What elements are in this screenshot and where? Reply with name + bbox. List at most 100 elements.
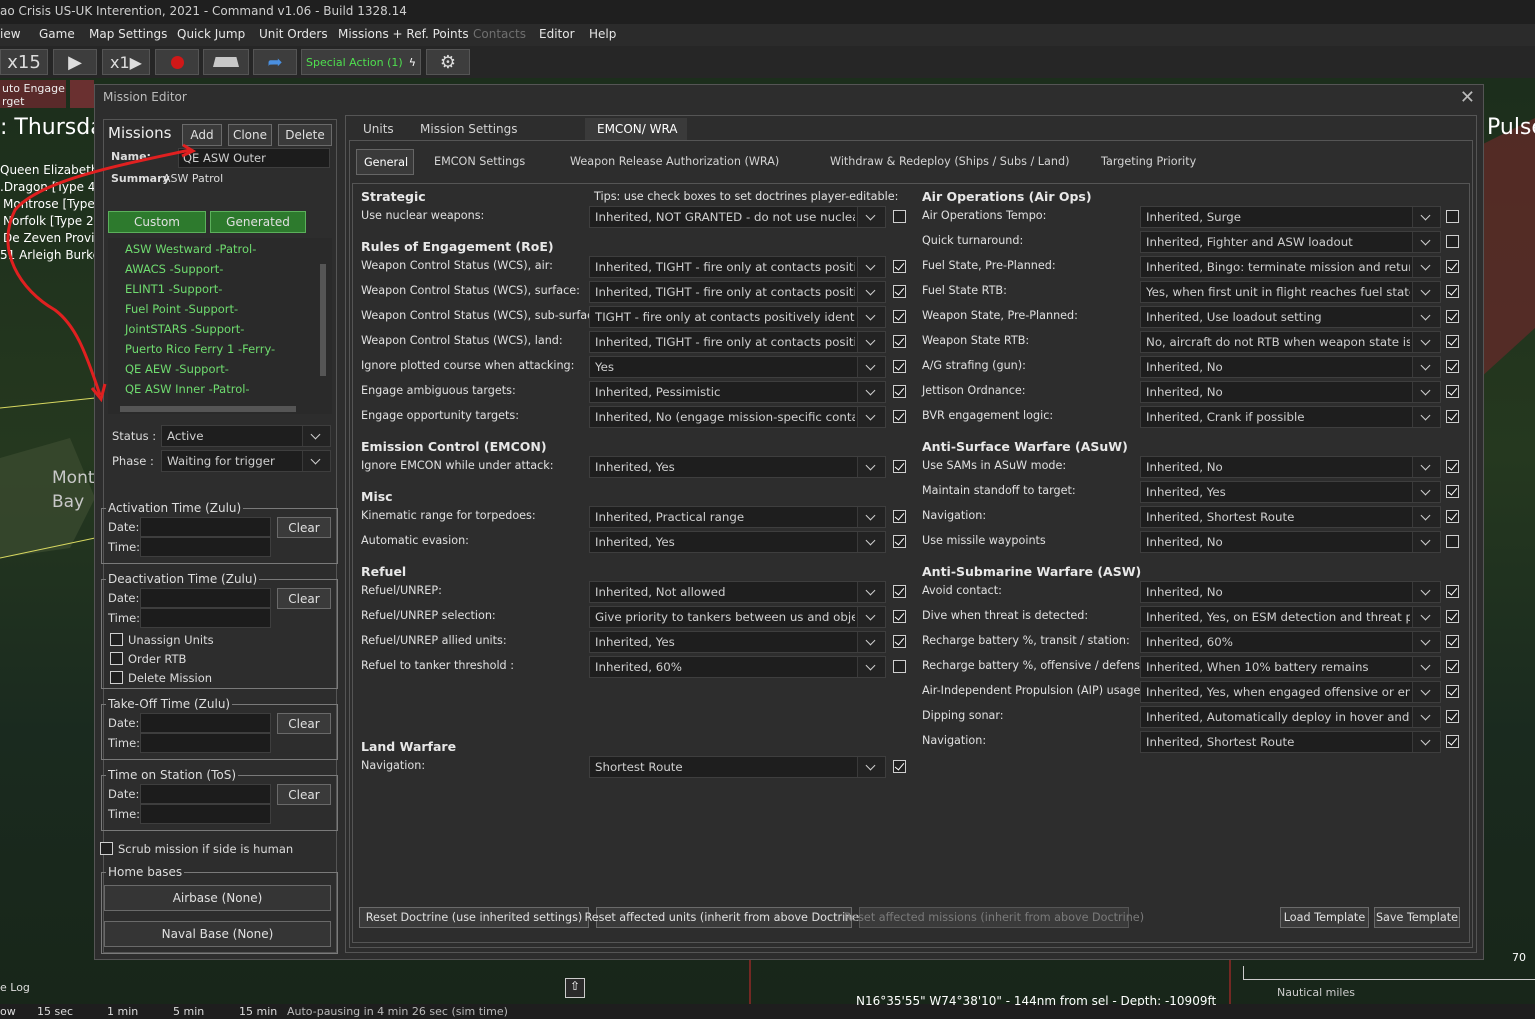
subtab-withdraw-redeploy[interactable]: Withdraw & Redeploy (Ships / Subs / Land… [830, 155, 1069, 168]
menu-quick-jump[interactable]: Quick Jump [177, 27, 245, 41]
delete-mission-checkbox[interactable] [110, 671, 123, 684]
refuel-row-select[interactable]: Inherited, Not allowed [589, 581, 886, 603]
asw-row-checkbox[interactable] [1446, 685, 1459, 698]
roe-row-checkbox[interactable] [893, 410, 906, 423]
asw-row-checkbox[interactable] [1446, 735, 1459, 748]
close-icon[interactable]: ✕ [1460, 87, 1475, 108]
air-ops-row-select[interactable]: Inherited, No [1140, 381, 1441, 403]
roe-row-checkbox[interactable] [893, 310, 906, 323]
clear-button[interactable]: Clear [277, 588, 331, 609]
save-template-button[interactable]: Save Template [1374, 907, 1460, 928]
record-button[interactable] [155, 49, 199, 75]
auto-engage-button[interactable]: uto Engage rget [0, 80, 66, 108]
subtab-wra[interactable]: Weapon Release Authorization (WRA) [570, 155, 779, 168]
roe-row-checkbox[interactable] [893, 360, 906, 373]
asuw-row-select[interactable]: Inherited, No [1140, 531, 1441, 553]
roe-row-select[interactable]: Inherited, TIGHT - fire only at contacts… [589, 331, 886, 353]
tab-emcon-wra[interactable]: EMCON/ WRA [585, 118, 687, 140]
scrub-mission-checkbox[interactable] [100, 842, 113, 855]
menu-contacts[interactable]: Contacts [473, 27, 526, 41]
takeoff-time-field[interactable] [140, 733, 271, 753]
deactivation-time-field[interactable] [140, 608, 271, 628]
reset-doctrine-button[interactable]: Reset Doctrine (use inherited settings) [359, 907, 589, 928]
asw-row-select[interactable]: Inherited, Shortest Route [1140, 731, 1441, 753]
misc-row-select[interactable]: Inherited, Practical range [589, 506, 886, 528]
asuw-row-checkbox[interactable] [1446, 460, 1459, 473]
roe-row-checkbox[interactable] [893, 285, 906, 298]
air-ops-row-select[interactable]: Inherited, Fighter and ASW loadout [1140, 231, 1441, 253]
menu-unit-orders[interactable]: Unit Orders [259, 27, 328, 41]
clear-button[interactable]: Clear [277, 517, 331, 538]
clear-button[interactable]: Clear [277, 713, 331, 734]
air-ops-row-checkbox[interactable] [1446, 260, 1459, 273]
speed-button[interactable]: x15 [0, 49, 48, 75]
menu-help[interactable]: Help [589, 27, 616, 41]
refuel-row-checkbox[interactable] [893, 635, 906, 648]
asw-row-checkbox[interactable] [1446, 635, 1459, 648]
asw-row-select[interactable]: Inherited, Yes, on ESM detection and thr… [1140, 606, 1441, 628]
airbase-button[interactable]: Airbase (None) [104, 885, 331, 911]
emcon-row-select[interactable]: Inherited, Yes [589, 456, 886, 478]
air-ops-row-checkbox[interactable] [1446, 310, 1459, 323]
tab-mission-settings[interactable]: Mission Settings [420, 122, 518, 136]
subtab-targeting-priority[interactable]: Targeting Priority [1101, 155, 1196, 168]
roe-row-select[interactable]: Inherited, TIGHT - fire only at contacts… [589, 281, 886, 303]
mission-name-field[interactable]: QE ASW Outer [178, 148, 330, 168]
asw-row-checkbox[interactable] [1446, 610, 1459, 623]
message-log-label[interactable]: e Log [0, 976, 94, 998]
menu-missions[interactable]: Missions + Ref. Points [338, 27, 469, 41]
air-ops-row-select[interactable]: Inherited, Crank if possible [1140, 406, 1441, 428]
misc-row-checkbox[interactable] [893, 510, 906, 523]
activation-time-field[interactable] [140, 537, 271, 557]
asw-row-checkbox[interactable] [1446, 585, 1459, 598]
roe-row-select[interactable]: Inherited, No (engage mission-specific c… [589, 406, 886, 428]
roe-row-checkbox[interactable] [893, 385, 906, 398]
generated-button[interactable]: Generated [210, 211, 306, 233]
air-ops-row-select[interactable]: Yes, when first unit in flight reaches f… [1140, 281, 1441, 303]
asuw-row-checkbox[interactable] [1446, 485, 1459, 498]
misc-row-checkbox[interactable] [893, 535, 906, 548]
ship-button[interactable] [203, 49, 249, 75]
tab-units[interactable]: Units [363, 122, 394, 136]
refuel-row-select[interactable]: Give priority to tankers between us and … [589, 606, 886, 628]
asuw-row-select[interactable]: Inherited, Yes [1140, 481, 1441, 503]
deactivation-date-field[interactable] [140, 588, 271, 608]
time-button[interactable]: 15 min [239, 1005, 277, 1018]
clone-mission-button[interactable]: Clone [228, 124, 272, 146]
status-select[interactable]: Active [161, 425, 331, 447]
special-action-button[interactable]: Special Action (1) ϟ [301, 49, 421, 75]
air-ops-row-checkbox[interactable] [1446, 335, 1459, 348]
clear-button[interactable]: Clear [277, 784, 331, 805]
misc-row-select[interactable]: Inherited, Yes [589, 531, 886, 553]
asw-row-select[interactable]: Inherited, When 10% battery remains [1140, 656, 1441, 678]
roe-row-checkbox[interactable] [893, 260, 906, 273]
menu-editor[interactable]: Editor [539, 27, 575, 41]
air-ops-row-checkbox[interactable] [1446, 235, 1459, 248]
asw-row-checkbox[interactable] [1446, 710, 1459, 723]
time-button[interactable]: 15 sec [37, 1005, 73, 1018]
roe-row-select[interactable]: TIGHT - fire only at contacts positively… [589, 306, 886, 328]
refuel-row-checkbox[interactable] [893, 585, 906, 598]
air-ops-row-select[interactable]: No, aircraft do not RTB when weapon stat… [1140, 331, 1441, 353]
time-button[interactable]: 1 min [107, 1005, 138, 1018]
asw-row-select[interactable]: Inherited, Automatically deploy in hover… [1140, 706, 1441, 728]
speed2-button[interactable]: x1 ▶ [102, 49, 150, 75]
air-ops-row-select[interactable]: Inherited, Bingo: terminate mission and … [1140, 256, 1441, 278]
asuw-row-checkbox[interactable] [1446, 510, 1459, 523]
nuclear-weapons-checkbox[interactable] [893, 210, 906, 223]
asuw-row-select[interactable]: Inherited, No [1140, 456, 1441, 478]
air-ops-row-checkbox[interactable] [1446, 410, 1459, 423]
subtab-emcon-settings[interactable]: EMCON Settings [434, 155, 525, 168]
naval-base-button[interactable]: Naval Base (None) [104, 921, 331, 947]
load-template-button[interactable]: Load Template [1280, 907, 1369, 928]
air-ops-row-checkbox[interactable] [1446, 385, 1459, 398]
air-ops-row-select[interactable]: Inherited, Use loadout setting [1140, 306, 1441, 328]
asuw-row-select[interactable]: Inherited, Shortest Route [1140, 506, 1441, 528]
refuel-row-select[interactable]: Inherited, 60% [589, 656, 886, 678]
asw-row-select[interactable]: Inherited, 60% [1140, 631, 1441, 653]
asw-row-select[interactable]: Inherited, No [1140, 581, 1441, 603]
activation-date-field[interactable] [140, 517, 271, 537]
settings-button[interactable]: ⚙ [426, 49, 470, 75]
redo-button[interactable]: ➦ [253, 49, 297, 75]
play-button[interactable]: ▶ [53, 49, 97, 75]
